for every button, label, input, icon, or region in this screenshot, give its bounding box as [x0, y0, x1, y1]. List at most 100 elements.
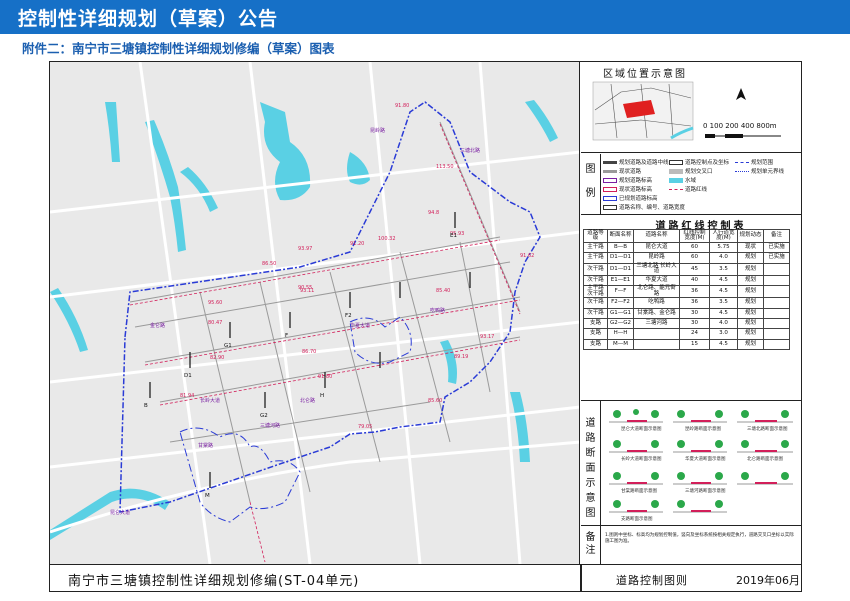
table-row: 支路 M—M 15 4.5 规划: [583, 338, 790, 351]
section-diagram-label: 道路断面示意图: [581, 400, 601, 525]
table-cell: 次干路: [583, 262, 608, 276]
table-cell: 30: [679, 307, 710, 319]
legend-swatch: [669, 169, 683, 174]
elev-label: 95.60: [208, 300, 222, 306]
legend-swatch: [669, 189, 683, 190]
table-cell: 规划: [737, 297, 764, 309]
elev-label: 86.50: [262, 261, 276, 267]
table-cell: 4.5: [709, 307, 738, 319]
road-name: 北仑路: [300, 397, 315, 404]
plan-date: 2019年06月: [736, 574, 800, 587]
divider: [581, 525, 801, 526]
elev-label: 85.60: [428, 398, 442, 404]
attachment-subtitle: 附件二：南宁市三塘镇控制性详细规划修编（草案）图表: [22, 41, 335, 56]
road-section-diagrams: [609, 409, 793, 513]
road-name: 甘棠路: [198, 442, 213, 449]
table-header-row: 道路等级 断面名称 道路名称 红线控制宽度(M) 人行道宽度(M) 规划动态 备…: [583, 229, 790, 243]
section-mark: G2: [260, 413, 268, 419]
table-cell: 36: [679, 285, 710, 299]
table-cell: 60: [679, 241, 710, 254]
table-cell: 主干路: [583, 252, 608, 264]
elev-label: 86.70: [302, 349, 316, 355]
scale-bar-label: 0 100 200 400 800m: [703, 122, 777, 130]
table-cell: G1—G1: [607, 307, 634, 319]
table-cell: 规划: [737, 317, 764, 330]
legend-item: 现状道路: [619, 169, 642, 175]
column-header: 红线控制宽度(M): [679, 229, 710, 243]
table-cell: [763, 338, 790, 351]
table-cell: 4.5: [709, 338, 738, 351]
elev-label: 94.8: [428, 210, 439, 216]
road-name: 吃鸭路: [430, 307, 445, 314]
elev-label: 80.47: [208, 320, 222, 326]
table-row: 次干路 E1—E1 华夏大道 40 4.5 规划: [583, 274, 790, 287]
table-cell: 甘棠路、金仑路: [633, 307, 680, 319]
section-caption: 甘棠路断面示意图: [621, 489, 657, 494]
table-cell: 36: [679, 297, 710, 309]
table-cell: D1—D1: [607, 252, 634, 264]
table-cell: 4.5: [709, 285, 738, 299]
elev-label: 81.94: [180, 393, 194, 399]
table-cell: 主干路: [583, 241, 608, 254]
table-cell: 3.5: [709, 297, 738, 309]
table-cell: 三塘北路 长岭大道: [633, 262, 680, 276]
elev-label: 91.80: [318, 374, 332, 380]
elev-label: 93.97: [298, 246, 312, 252]
table-row: 主干路 次干路 F—F 北仑路、能元街路 36 4.5 规划: [583, 285, 790, 299]
table-cell: [763, 328, 790, 340]
elev-label: 100.32: [378, 236, 396, 242]
legend-swatch: [669, 160, 683, 165]
legend-item: 已规划道路标高: [619, 196, 658, 202]
road-control-map[interactable]: 91.80 100.32 95.93 93.97 91.20 86.50 95.…: [50, 62, 580, 564]
table-cell: E1—E1: [607, 274, 634, 287]
table-cell: [633, 338, 680, 351]
location-mini-map: [592, 81, 781, 141]
table-cell: 15: [679, 338, 710, 351]
section-caption: 华夏大道断面示意图: [685, 457, 726, 462]
legend-swatch: [603, 196, 617, 201]
elev-label: 89.19: [454, 354, 468, 360]
table-cell: 4.0: [709, 252, 738, 264]
legend-item: 规划道路标高: [619, 178, 653, 184]
legend-swatch: [735, 171, 749, 172]
section-caption: 长岭大道断面示意图: [621, 457, 662, 462]
legend-item: 规划单元界线: [751, 169, 785, 175]
table-cell: 主干路 次干路: [583, 285, 608, 299]
legend-item: 规划交叉口: [685, 169, 713, 175]
sheet-name: 道路控制图则: [616, 574, 688, 587]
table-cell: M—M: [607, 338, 634, 351]
table-cell: 规划: [737, 328, 764, 340]
table-row: 次干路 G1—G1 甘棠路、金仑路 30 4.5 规划: [583, 307, 790, 319]
section-caption: 支路断面示意图: [621, 517, 653, 522]
column-header: 人行道宽度(M): [709, 229, 738, 243]
table-cell: [763, 307, 790, 319]
road-name: 昆岭路: [370, 127, 385, 134]
table-cell: 规划: [737, 274, 764, 287]
section-caption: 三塘北路断面示意图: [747, 427, 788, 432]
table-cell: 昆岭路: [633, 252, 680, 264]
plan-sheet: 91.80 100.32 95.93 93.97 91.20 86.50 95.…: [49, 61, 802, 592]
table-cell: 45: [679, 262, 710, 276]
elev-label: 93.11: [300, 288, 314, 294]
column-header: 规划动态: [737, 229, 764, 243]
section-mark: G1: [224, 343, 232, 349]
legend-swatch: [603, 161, 617, 164]
section-caption: 昆岭路断面示意图: [685, 427, 721, 432]
table-cell: [763, 262, 790, 276]
table-cell: 5.75: [709, 241, 738, 254]
table-cell: 24: [679, 328, 710, 340]
divider: [581, 152, 801, 153]
elev-label: 91.80: [395, 103, 409, 109]
plan-title: 南宁市三塘镇控制性详细规划修编(ST-04单元): [68, 574, 360, 589]
table-cell: 规划: [737, 252, 764, 264]
table-row: 主干路 D1—D1 昆岭路 60 4.0 规划 已实施: [583, 252, 790, 264]
announcement-title: 控制性详细规划（草案）公告: [18, 8, 279, 30]
table-row: 次干路 F2—F2 吃鸭路 36 3.5 规划: [583, 297, 790, 309]
table-cell: 吃鸭路: [633, 297, 680, 309]
road-name: 长岭大道: [200, 397, 220, 404]
road-redline-table: 道路等级 断面名称 道路名称 红线控制宽度(M) 人行道宽度(M) 规划动态 备…: [583, 229, 790, 351]
column-header: 备注: [763, 229, 790, 243]
legend-item: 道路控制点及坐标: [685, 160, 730, 166]
road-name: 三塘河路: [260, 422, 280, 429]
road-name: 华夏大道: [350, 322, 370, 329]
